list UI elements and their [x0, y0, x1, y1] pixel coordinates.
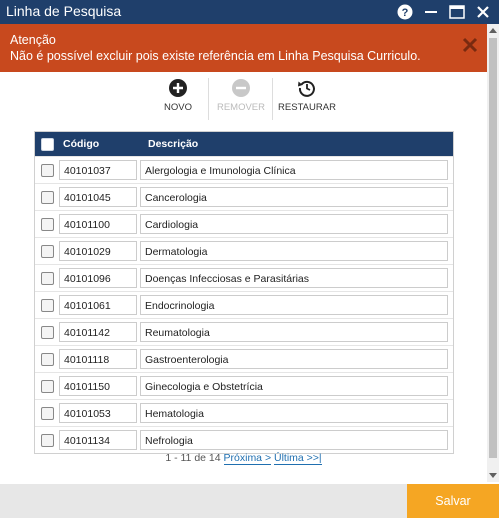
data-grid: Código Descrição 40101037 Alergologia e I… [34, 131, 454, 454]
close-icon[interactable] [473, 2, 493, 22]
codigo-field[interactable]: 40101061 [59, 295, 137, 315]
pagination-summary: 1 - 11 de 14 [165, 452, 221, 464]
scrollbar[interactable] [487, 24, 499, 482]
restore-icon [297, 78, 317, 98]
row-checkbox[interactable] [40, 379, 54, 393]
codigo-field[interactable]: 40101118 [59, 349, 137, 369]
descricao-field[interactable]: Gastroenterologia [140, 349, 448, 369]
help-icon[interactable]: ? [395, 2, 415, 22]
codigo-field[interactable]: 40101029 [59, 241, 137, 261]
descricao-field[interactable]: Alergologia e Imunologia Clínica [140, 160, 448, 180]
codigo-field[interactable]: 40101142 [59, 322, 137, 342]
row-checkbox[interactable] [40, 352, 54, 366]
remover-button[interactable]: REMOVER [211, 78, 271, 113]
scroll-down-icon[interactable] [489, 473, 497, 479]
maximize-icon[interactable] [447, 2, 467, 22]
scroll-up-icon[interactable] [489, 27, 497, 33]
grid-header: Código Descrição [35, 132, 453, 156]
row-checkbox[interactable] [40, 433, 54, 447]
alert-close-icon[interactable] [461, 36, 481, 56]
codigo-field[interactable]: 40101096 [59, 268, 137, 288]
pagination: 1 - 11 de 14 Próxima > Última >>| [0, 452, 487, 465]
table-row[interactable]: 40101029 Dermatologia [35, 237, 453, 264]
save-button[interactable]: Salvar [407, 484, 499, 518]
descricao-field[interactable]: Hematologia [140, 403, 448, 423]
codigo-field[interactable]: 40101037 [59, 160, 137, 180]
table-row[interactable]: 40101142 Reumatologia [35, 318, 453, 345]
codigo-field[interactable]: 40101053 [59, 403, 137, 423]
scrollbar-thumb[interactable] [489, 38, 497, 458]
descricao-field[interactable]: Cardiologia [140, 214, 448, 234]
svg-text:?: ? [402, 7, 409, 19]
row-checkbox[interactable] [40, 298, 54, 312]
table-row[interactable]: 40101061 Endocrinologia [35, 291, 453, 318]
novo-label: NOVO [164, 102, 192, 113]
novo-button[interactable]: NOVO [148, 78, 208, 113]
table-row[interactable]: 40101100 Cardiologia [35, 210, 453, 237]
descricao-field[interactable]: Doenças Infecciosas e Parasitárias [140, 268, 448, 288]
table-row[interactable]: 40101118 Gastroenterologia [35, 345, 453, 372]
codigo-field[interactable]: 40101134 [59, 430, 137, 450]
row-checkbox[interactable] [40, 406, 54, 420]
restaurar-button[interactable]: RESTAURAR [277, 78, 337, 113]
header-codigo[interactable]: Código [59, 138, 144, 150]
minus-circle-icon [231, 78, 251, 98]
last-page-link[interactable]: Última >>| [274, 452, 322, 465]
table-row[interactable]: 40101150 Ginecologia e Obstetrícia [35, 372, 453, 399]
select-all-checkbox[interactable] [40, 137, 54, 151]
toolbar-divider [272, 78, 273, 120]
table-row[interactable]: 40101045 Cancerologia [35, 183, 453, 210]
window-title: Linha de Pesquisa [6, 3, 122, 19]
alert-banner: Atenção Não é possível excluir pois exis… [0, 24, 487, 72]
codigo-field[interactable]: 40101045 [59, 187, 137, 207]
table-row[interactable]: 40101053 Hematologia [35, 399, 453, 426]
table-row[interactable]: 40101096 Doenças Infecciosas e Parasitári… [35, 264, 453, 291]
row-checkbox[interactable] [40, 325, 54, 339]
codigo-field[interactable]: 40101150 [59, 376, 137, 396]
next-page-link[interactable]: Próxima > [223, 452, 272, 465]
descricao-field[interactable]: Reumatologia [140, 322, 448, 342]
toolbar: NOVO REMOVER RESTAURAR [0, 78, 487, 120]
toolbar-divider [208, 78, 209, 120]
descricao-field[interactable]: Nefrologia [140, 430, 448, 450]
window-titlebar: Linha de Pesquisa ? [0, 0, 499, 24]
header-descricao[interactable]: Descrição [144, 138, 453, 150]
alert-title: Atenção [10, 33, 56, 47]
remover-label: REMOVER [216, 102, 266, 113]
descricao-field[interactable]: Ginecologia e Obstetrícia [140, 376, 448, 396]
footer-bar: Salvar [0, 484, 499, 518]
alert-message: Não é possível excluir pois existe refer… [10, 49, 421, 63]
row-checkbox[interactable] [40, 271, 54, 285]
row-checkbox[interactable] [40, 244, 54, 258]
table-row[interactable]: 40101037 Alergologia e Imunologia Clínica [35, 156, 453, 183]
descricao-field[interactable]: Cancerologia [140, 187, 448, 207]
window-controls: ? [395, 2, 493, 22]
restaurar-label: RESTAURAR [278, 102, 336, 113]
table-row[interactable]: 40101134 Nefrologia [35, 426, 453, 453]
minimize-icon[interactable] [421, 2, 441, 22]
row-checkbox[interactable] [40, 163, 54, 177]
plus-circle-icon [168, 78, 188, 98]
descricao-field[interactable]: Dermatologia [140, 241, 448, 261]
row-checkbox[interactable] [40, 190, 54, 204]
row-checkbox[interactable] [40, 217, 54, 231]
descricao-field[interactable]: Endocrinologia [140, 295, 448, 315]
codigo-field[interactable]: 40101100 [59, 214, 137, 234]
